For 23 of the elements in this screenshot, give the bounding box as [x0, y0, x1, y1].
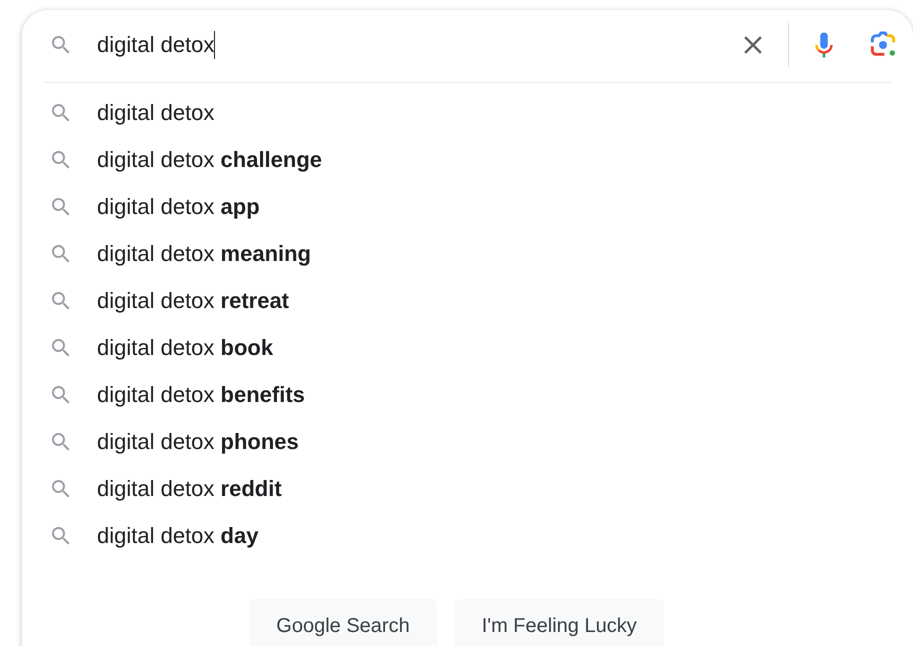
suggestion-text: digital detox phones [97, 428, 299, 454]
suggestion-item[interactable]: digital detox phones [22, 418, 913, 465]
search-button[interactable]: Google Search [249, 599, 437, 646]
suggestion-text: digital detox reddit [97, 476, 282, 502]
suggestion-item[interactable]: digital detox reddit [22, 465, 913, 512]
suggestion-item[interactable]: digital detox meaning [22, 230, 913, 277]
suggestion-text: digital detox book [97, 334, 274, 360]
suggestion-item[interactable]: digital detox book [22, 324, 913, 371]
suggestion-text: digital detox retreat [97, 288, 290, 314]
suggestion-item[interactable]: digital detox benefits [22, 371, 913, 418]
suggestion-text: digital detox meaning [97, 240, 311, 266]
suggestion-text: digital detox [97, 100, 214, 126]
suggestion-item[interactable]: digital detox retreat [22, 277, 913, 324]
suggestion-text: digital detox challenge [97, 146, 322, 172]
suggestion-item[interactable]: digital detox day [22, 512, 913, 559]
search-input[interactable]: digital detox [97, 31, 216, 59]
suggestion-text: digital detox benefits [97, 382, 305, 408]
suggestion-item[interactable]: digital detox app [22, 183, 913, 230]
suggestion-text: digital detox app [97, 194, 260, 220]
suggestion-item[interactable]: digital detox [22, 89, 913, 136]
search-button[interactable]: I'm Feeling Lucky [454, 599, 664, 646]
suggestion-item[interactable]: digital detox challenge [22, 136, 913, 183]
suggestion-text: digital detox day [97, 522, 258, 548]
